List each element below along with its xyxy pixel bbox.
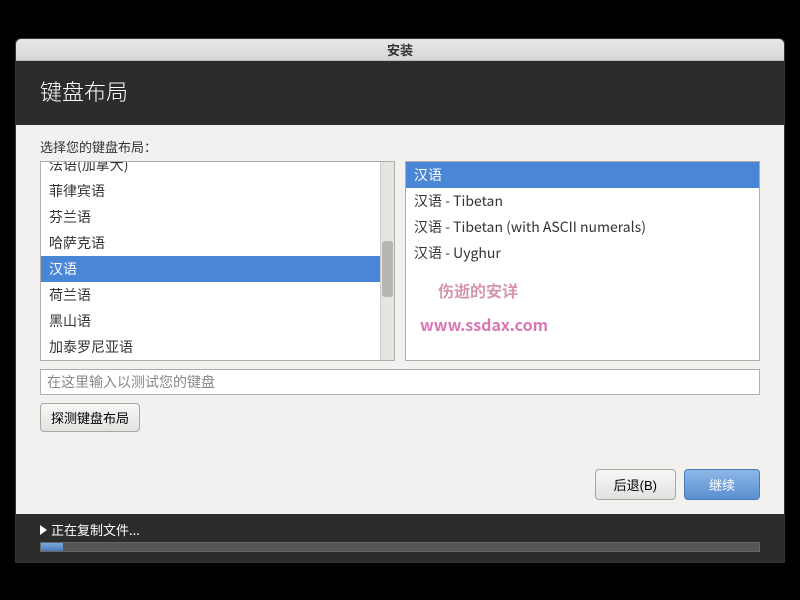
list-item[interactable]: 荷兰语 bbox=[41, 282, 380, 308]
list-item[interactable]: 加泰罗尼亚语 bbox=[41, 334, 380, 360]
page-header: 键盘布局 bbox=[16, 61, 784, 125]
page-title: 键盘布局 bbox=[40, 75, 128, 107]
window-titlebar: 安装 bbox=[16, 39, 784, 61]
list-item[interactable]: 法语(加拿大) bbox=[41, 162, 380, 178]
list-item[interactable]: 芬兰语 bbox=[41, 204, 380, 230]
progress-label-row[interactable]: 正在复制文件... bbox=[40, 520, 760, 539]
list-item[interactable]: 菲律宾语 bbox=[41, 178, 380, 204]
installer-window: 安装 键盘布局 选择您的键盘布局： 法语(加拿大)菲律宾语芬兰语哈萨克语汉语荷兰… bbox=[15, 38, 785, 563]
back-button[interactable]: 后退(B) bbox=[595, 469, 676, 500]
content-area: 选择您的键盘布局： 法语(加拿大)菲律宾语芬兰语哈萨克语汉语荷兰语黑山语加泰罗尼… bbox=[16, 125, 784, 469]
list-item[interactable]: 黑山语 bbox=[41, 308, 380, 334]
keyboard-test-input[interactable] bbox=[40, 369, 760, 395]
list-item[interactable]: 汉语 - Tibetan (with ASCII numerals) bbox=[406, 214, 759, 240]
list-item[interactable]: 汉语 bbox=[41, 256, 380, 282]
list-item[interactable]: 汉语 - Uyghur bbox=[406, 240, 759, 266]
language-list-inner: 法语(加拿大)菲律宾语芬兰语哈萨克语汉语荷兰语黑山语加泰罗尼亚语捷克 bbox=[41, 162, 380, 360]
detect-layout-button[interactable]: 探测键盘布局 bbox=[40, 403, 140, 432]
progress-fill bbox=[41, 543, 63, 551]
progress-text: 正在复制文件... bbox=[51, 520, 140, 539]
progress-bar bbox=[40, 542, 760, 552]
prompt-label: 选择您的键盘布局： bbox=[40, 137, 760, 156]
scroll-thumb[interactable] bbox=[382, 241, 393, 296]
expand-triangle-icon bbox=[40, 525, 47, 535]
layout-lists: 法语(加拿大)菲律宾语芬兰语哈萨克语汉语荷兰语黑山语加泰罗尼亚语捷克 汉语汉语 … bbox=[40, 161, 760, 361]
footer-buttons: 后退(B) 继续 bbox=[16, 469, 784, 514]
language-listbox[interactable]: 法语(加拿大)菲律宾语芬兰语哈萨克语汉语荷兰语黑山语加泰罗尼亚语捷克 bbox=[40, 161, 395, 361]
variant-listbox[interactable]: 汉语汉语 - Tibetan汉语 - Tibetan (with ASCII n… bbox=[405, 161, 760, 361]
continue-button[interactable]: 继续 bbox=[684, 469, 760, 500]
progress-area: 正在复制文件... bbox=[16, 514, 784, 562]
window-title: 安装 bbox=[387, 40, 413, 59]
list-item[interactable]: 哈萨克语 bbox=[41, 230, 380, 256]
list-item[interactable]: 汉语 - Tibetan bbox=[406, 188, 759, 214]
scrollbar[interactable] bbox=[380, 162, 394, 360]
list-item[interactable]: 汉语 bbox=[406, 162, 759, 188]
